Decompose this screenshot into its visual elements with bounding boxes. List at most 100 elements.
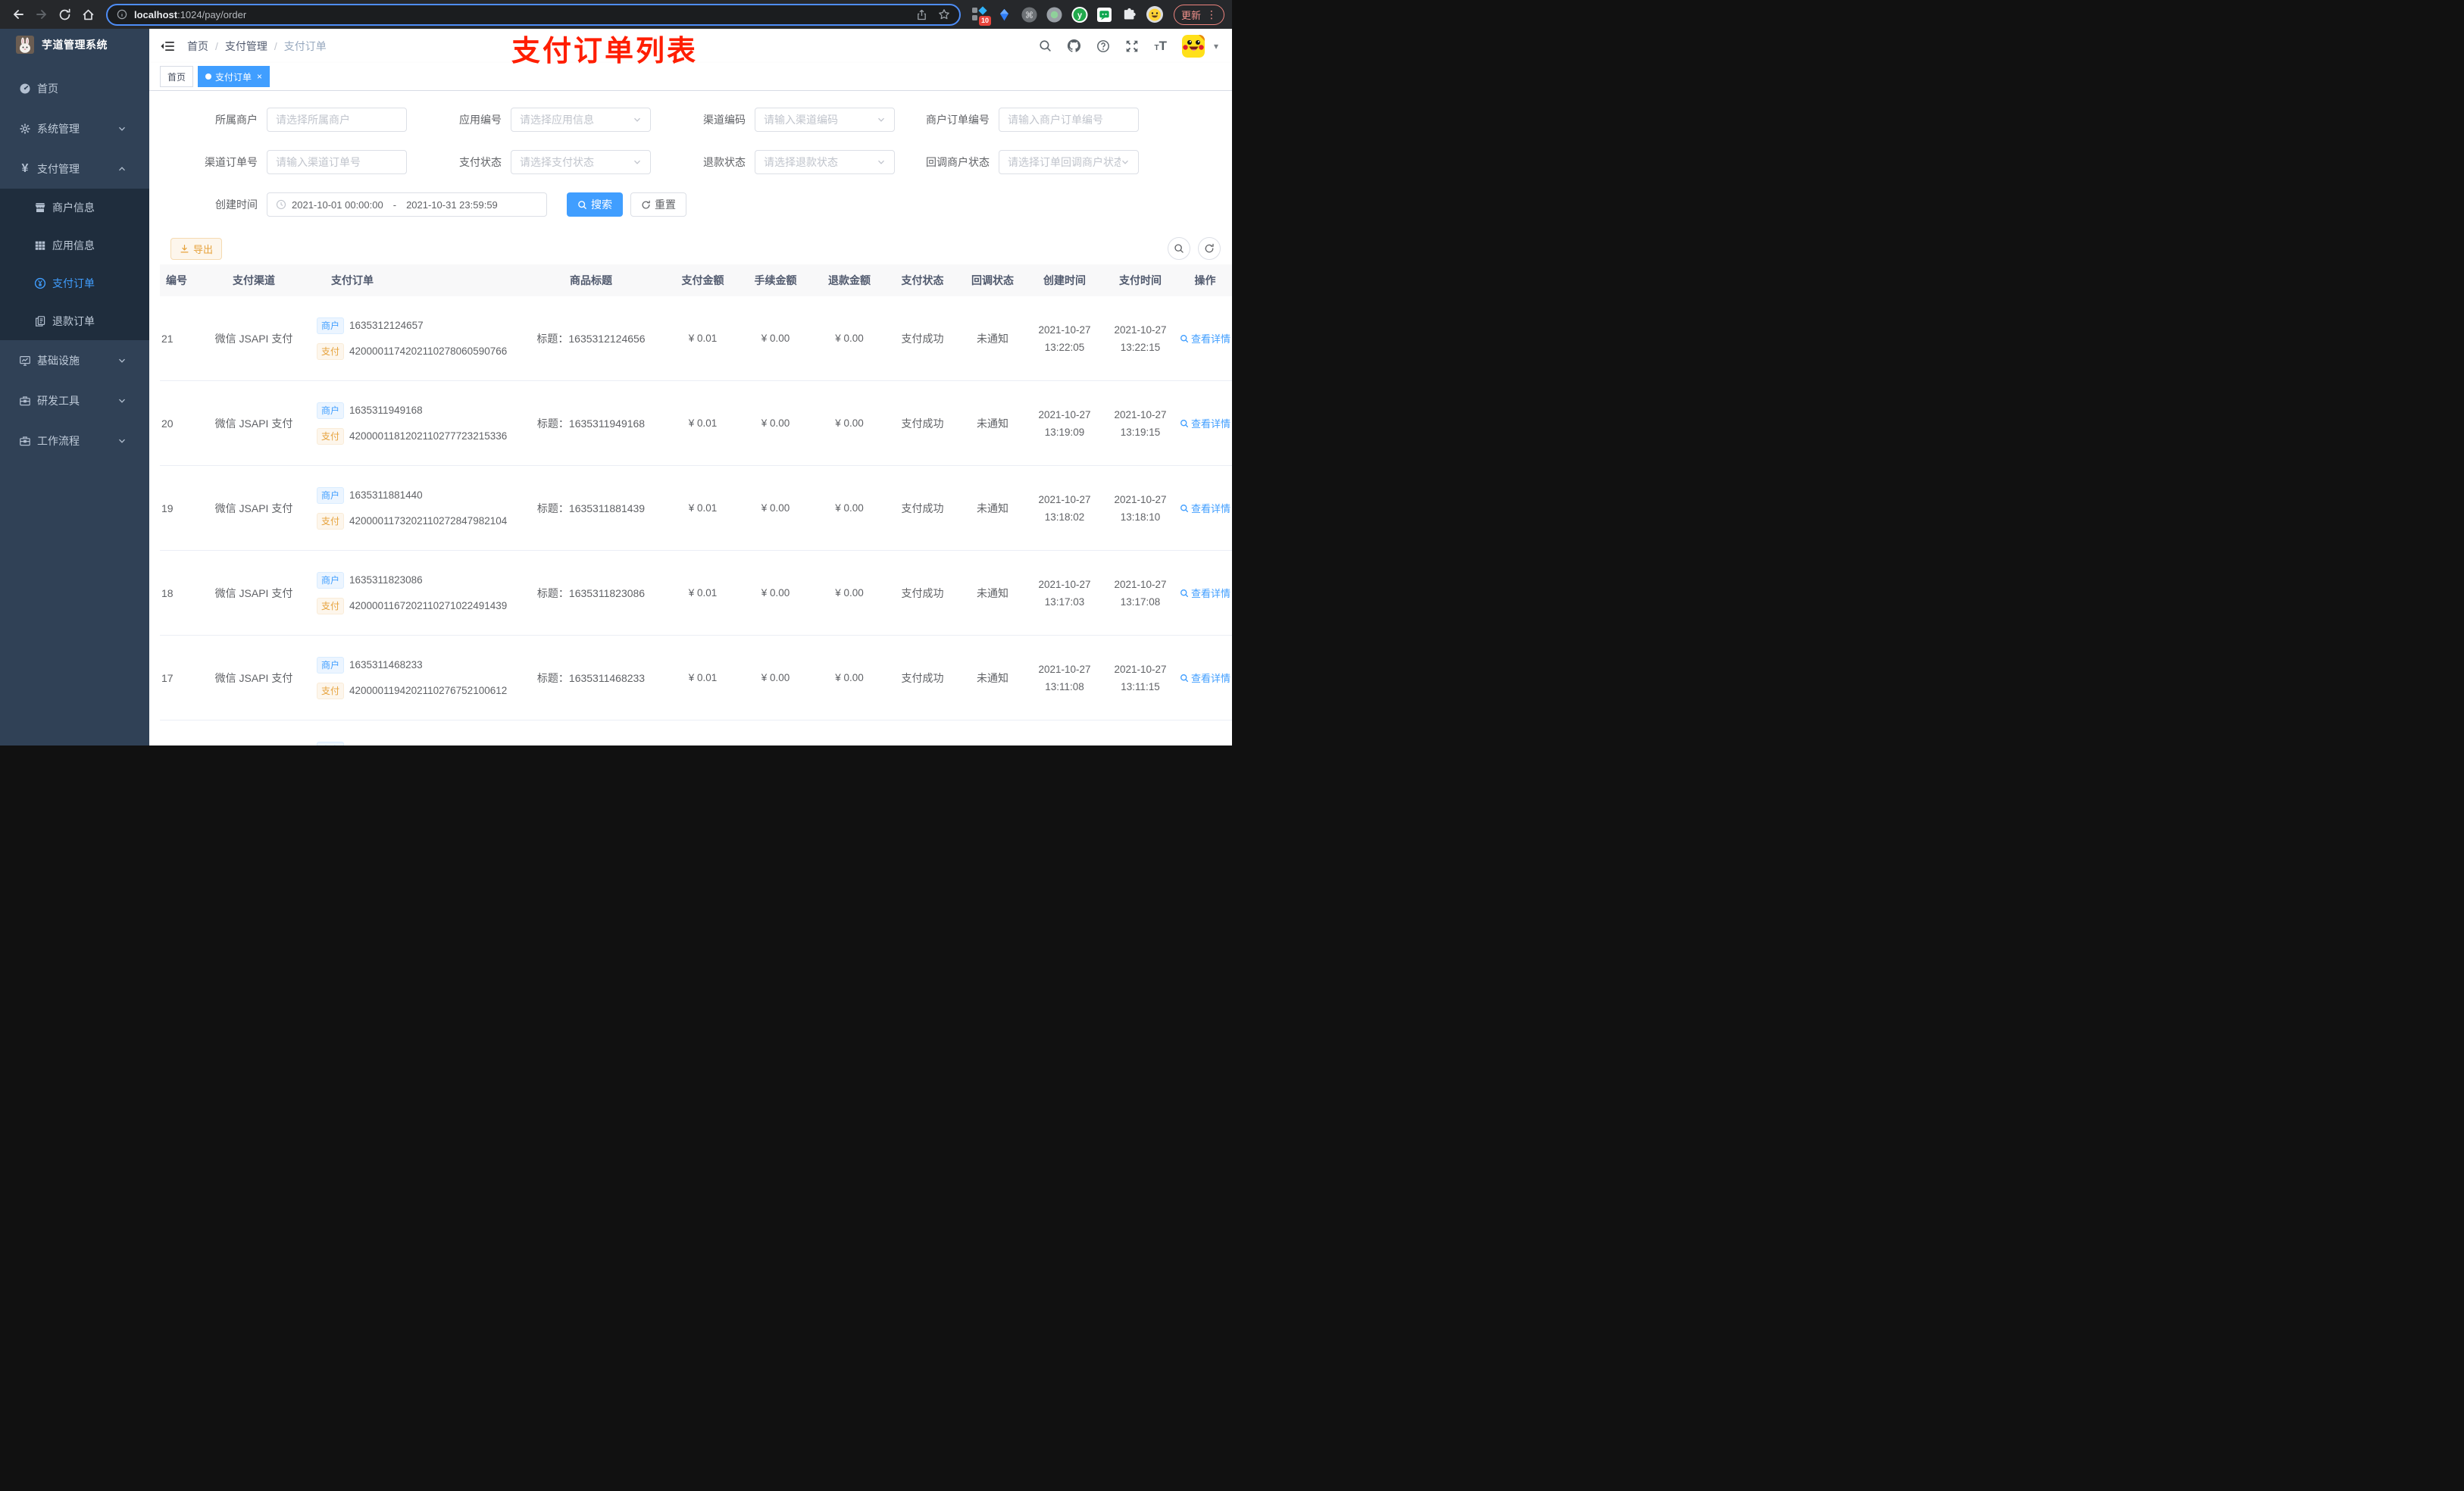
cell-title: 标题：1635312124656 [536,332,646,345]
search-toggle-button[interactable] [1168,237,1190,260]
home-icon[interactable] [78,5,98,25]
magnifier-icon [1180,419,1189,428]
view-detail-link[interactable]: 查看详情 [1180,416,1230,430]
filter-app-no-label: 应用编号 [459,114,502,126]
filter-notify-status-select[interactable]: 请选择订单回调商户状态 [999,150,1139,174]
view-detail-link[interactable]: 查看详情 [1180,586,1230,600]
cell-fee: ¥ 0.00 [761,502,790,514]
user-avatar[interactable] [1181,34,1205,58]
filter-refund-status-select[interactable]: 请选择退款状态 [755,150,895,174]
cell-paid-time: 2021-10-27 13:18:10 [1114,493,1167,523]
close-icon[interactable]: × [257,71,262,82]
bookmark-star-icon[interactable] [938,8,950,20]
info-icon[interactable] [117,9,127,20]
filter-channel-order-no-input[interactable]: 请输入渠道订单号 [267,150,407,174]
app-logo[interactable]: 芋道管理系统 [0,29,149,61]
cell-order-no: 商户 1635311823086 支付 42000011672021102710224… [314,571,515,614]
merchant-order-line: 商户 1635312124657 [317,317,424,334]
extension-recorder-icon[interactable] [1046,6,1063,23]
extension-emoji-avatar[interactable] [1146,6,1163,23]
cell-created-time: 2021-10-27 13:11:08 [1038,663,1091,692]
clock-icon [276,199,286,210]
breadcrumb-item[interactable]: 支付管理 [225,39,267,54]
table-toolbar: 导出 [160,237,1232,260]
filter-merchant-order-no-input[interactable]: 请输入商户订单编号 [999,108,1139,132]
search-button[interactable]: 搜索 [567,192,623,217]
extension-chat-icon[interactable] [1096,6,1113,23]
sidebar-item-pay-order[interactable]: 支付订单 [0,264,149,302]
filter-channel-code-select[interactable]: 请输入渠道编码 [755,108,895,132]
sidebar-menu: 首页 系统管理 ¥ 支付管理 商户信息 应用信息 支付订单 退款订单 基础设施 研发工具 工作流程 [0,68,149,461]
chevron-down-icon [116,124,128,133]
extension-tag-manager-icon[interactable]: 10 [971,6,991,26]
view-detail-link[interactable]: 查看详情 [1180,501,1230,515]
view-detail-link[interactable]: 查看详情 [1180,670,1230,685]
tab-1[interactable]: 支付订单 × [198,66,270,87]
column-header: 支付时间 [1119,274,1162,286]
table-body: 21 微信 JSAPI 支付 商户 1635312124657 支付 4200001174… [160,296,1232,746]
sidebar-item-payment[interactable]: ¥ 支付管理 [0,148,149,189]
reset-button[interactable]: 重置 [630,192,686,217]
cell-fee: ¥ 0.00 [761,333,790,344]
filter-merchant-input[interactable]: 请选择所属商户 [267,108,407,132]
font-size-icon[interactable]: TT [1154,39,1167,52]
app-title: 芋道管理系统 [42,39,108,51]
sidebar-item-app-info[interactable]: 应用信息 [0,227,149,264]
cell-title: 标题：1635311881439 [536,502,646,514]
pay-order-line: 支付 4200001181202110277723215336 [317,427,507,445]
chevron-down-icon [877,115,886,124]
date-end: 2021-10-31 23:59:59 [406,198,498,211]
sidebar-item-infrastructure[interactable]: 基础设施 [0,340,149,380]
browser-menu-icon[interactable]: ⋮ [1206,8,1217,21]
browser-update-button[interactable]: 更新 ⋮ [1173,4,1224,25]
filter-pay-status-select[interactable]: 请选择支付状态 [511,150,651,174]
view-detail-link[interactable]: 查看详情 [1180,331,1230,345]
merchant-tag: 商户 [317,317,345,334]
cell-channel: 微信 JSAPI 支付 [214,671,293,684]
pay-tag: 支付 [317,597,345,614]
breadcrumb-item[interactable]: 首页 [187,39,208,54]
order-row: 商户1635311254796 [160,720,1232,746]
toolbox-icon [19,395,31,407]
column-header: 支付订单 [331,274,374,286]
help-icon[interactable] [1096,39,1110,53]
share-icon[interactable] [916,9,927,20]
cell-status: 支付成功 [901,417,944,430]
merchant-tag: 商户 [317,741,345,746]
extension-command-icon[interactable]: ⌘ [1021,6,1038,23]
extension-puzzle-icon[interactable] [1121,6,1138,23]
briefcase-icon [19,435,31,447]
github-icon[interactable] [1067,39,1081,53]
filter-create-time-range[interactable]: 2021-10-01 00:00:00 - 2021-10-31 23:59:5… [267,192,547,217]
cell-fee: ¥ 0.00 [761,587,790,599]
cell-notify-status: 未通知 [977,586,1008,599]
cell-title: 标题：1635311468233 [536,671,646,684]
sidebar-item-dev-tools[interactable]: 研发工具 [0,380,149,420]
pay-tag: 支付 [317,342,345,360]
fullscreen-icon[interactable] [1125,39,1139,53]
extension-y-icon[interactable]: y [1071,6,1088,23]
sidebar-item-home[interactable]: 首页 [0,68,149,108]
cell-refund: ¥ 0.00 [835,417,864,429]
url-path: :1024/pay/order [177,8,247,20]
sidebar-item-merchant-info[interactable]: 商户信息 [0,189,149,227]
refresh-button[interactable] [1198,237,1221,260]
sidebar-item-workflow[interactable]: 工作流程 [0,420,149,461]
reload-icon[interactable] [55,5,75,25]
back-icon[interactable] [8,5,28,25]
sidebar-item-system[interactable]: 系统管理 [0,108,149,148]
cell-order-no: 商户 1635311881440 支付 42000011732021102728479… [314,486,515,530]
export-button[interactable]: 导出 [170,237,223,260]
caret-down-icon[interactable]: ▾ [1214,41,1218,52]
monitor-icon [19,355,31,367]
search-icon[interactable] [1039,39,1052,52]
cell-paid-time: 2021-10-27 13:17:08 [1114,578,1167,608]
filter-app-no-select[interactable]: 请选择应用信息 [511,108,651,132]
hamburger-icon[interactable] [160,39,175,54]
tab-0[interactable]: 首页 [160,66,194,87]
navbar-actions: TT ▾ [1039,34,1218,58]
url-bar[interactable]: localhost:1024/pay/order [106,3,961,26]
cell-channel: 微信 JSAPI 支付 [214,332,293,345]
sidebar-item-refund-order[interactable]: 退款订单 [0,302,149,340]
extension-kite-icon[interactable] [996,6,1013,23]
